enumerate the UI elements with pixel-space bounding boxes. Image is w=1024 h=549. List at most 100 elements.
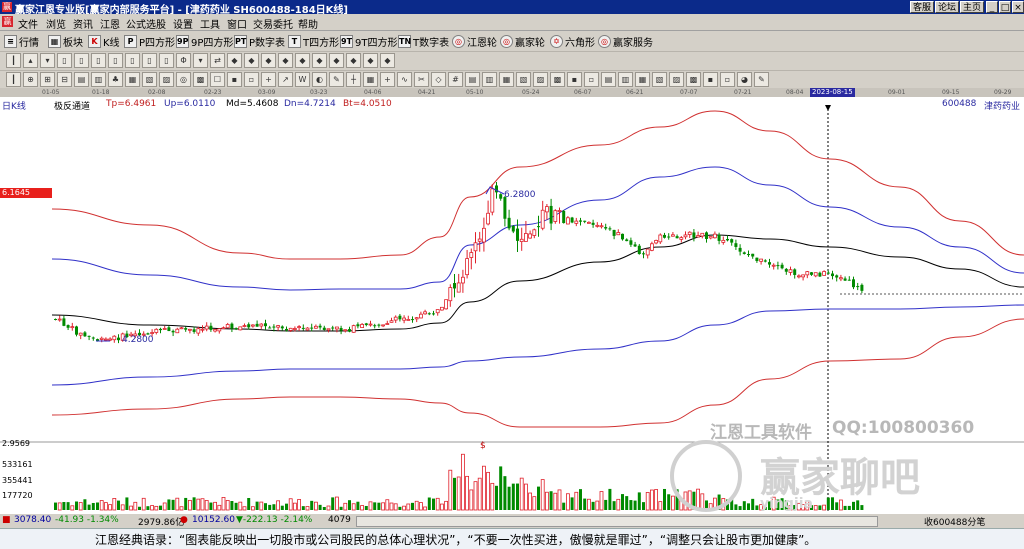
tb3-button-35[interactable]: ▤ <box>601 72 616 87</box>
menu-formula[interactable]: 公式选股 <box>126 16 166 31</box>
tb3-button-34[interactable]: ▫ <box>584 72 599 87</box>
tb2-button-3[interactable]: ▯ <box>57 53 72 68</box>
tool-gann-wheel[interactable]: ◎ 江恩轮 <box>452 34 497 49</box>
tb3-button-9[interactable]: ▨ <box>159 72 174 87</box>
tb3-button-2[interactable]: ⊞ <box>40 72 55 87</box>
menu-settings[interactable]: 设置 <box>173 16 193 31</box>
tool-kline[interactable]: K K线 <box>88 34 120 49</box>
tb2-button-9[interactable]: ▯ <box>159 53 174 68</box>
menu-browse[interactable]: 浏览 <box>46 16 66 31</box>
forum-button[interactable]: 论坛 <box>935 1 959 13</box>
tb3-button-37[interactable]: ▦ <box>635 72 650 87</box>
tool-winner-wheel[interactable]: ◎ 赢家轮 <box>500 34 545 49</box>
tb3-button-21[interactable]: ▦ <box>363 72 378 87</box>
tb2-button-21[interactable]: ◆ <box>363 53 378 68</box>
tool-9p-square[interactable]: 9P 9P四方形 <box>176 34 233 49</box>
tb3-button-1[interactable]: ⊕ <box>23 72 38 87</box>
tb3-button-44[interactable]: ✎ <box>754 72 769 87</box>
date-axis-bar[interactable]: 2023-08-15 01-05 01-18 02-08 02-23 03-09 03-2… <box>0 88 1024 97</box>
tb3-button-19[interactable]: ✎ <box>329 72 344 87</box>
tb3-button-28[interactable]: ▥ <box>482 72 497 87</box>
tb2-button-15[interactable]: ◆ <box>261 53 276 68</box>
tb3-button-16[interactable]: ↗ <box>278 72 293 87</box>
tool-t-table[interactable]: TN T数字表 <box>398 34 449 49</box>
tb3-button-10[interactable]: ◎ <box>176 72 191 87</box>
tb2-button-19[interactable]: ◆ <box>329 53 344 68</box>
tb3-button-33[interactable]: ▪ <box>567 72 582 87</box>
tb3-button-38[interactable]: ▧ <box>652 72 667 87</box>
tool-sector[interactable]: ▦ 板块 <box>48 34 83 49</box>
tb3-button-32[interactable]: ▩ <box>550 72 565 87</box>
tb3-button-25[interactable]: ◇ <box>431 72 446 87</box>
tb2-button-17[interactable]: ◆ <box>295 53 310 68</box>
maximize-button[interactable]: □ <box>999 1 1011 13</box>
tool-hexagon[interactable]: ✡ 六角形 <box>550 34 595 49</box>
tb2-button-22[interactable]: ◆ <box>380 53 395 68</box>
tb2-button-20[interactable]: ◆ <box>346 53 361 68</box>
tb2-button-10[interactable]: Φ <box>176 53 191 68</box>
tb3-button-4[interactable]: ▤ <box>74 72 89 87</box>
customer-service-button[interactable]: 客服 <box>910 1 934 13</box>
menu-tools[interactable]: 工具 <box>200 16 220 31</box>
menu-file[interactable]: 文件 <box>18 16 38 31</box>
tb2-button-6[interactable]: ▯ <box>108 53 123 68</box>
tb3-button-11[interactable]: ▩ <box>193 72 208 87</box>
tb2-button-18[interactable]: ◆ <box>312 53 327 68</box>
tb2-button-16[interactable]: ◆ <box>278 53 293 68</box>
tb3-button-43[interactable]: ◕ <box>737 72 752 87</box>
minimize-button[interactable]: _ <box>986 1 998 13</box>
tool-quote[interactable]: ≡ 行情 <box>4 34 39 49</box>
tb3-button-41[interactable]: ▪ <box>703 72 718 87</box>
tb3-button-24[interactable]: ✂ <box>414 72 429 87</box>
tb2-button-1[interactable]: ▴ <box>23 53 38 68</box>
tb2-button-14[interactable]: ◆ <box>244 53 259 68</box>
tb3-button-20[interactable]: ┼ <box>346 72 361 87</box>
tb3-button-7[interactable]: ▦ <box>125 72 140 87</box>
home-button[interactable]: 主页 <box>960 1 984 13</box>
tool-winner-service[interactable]: ◎ 赢家服务 <box>598 34 653 49</box>
tool-p-table[interactable]: PT P数字表 <box>234 34 285 49</box>
tb3-button-27[interactable]: ▤ <box>465 72 480 87</box>
tb3-button-18[interactable]: ◐ <box>312 72 327 87</box>
status-tick-detail[interactable]: 收600488分笔 <box>924 515 985 528</box>
tb3-button-22[interactable]: + <box>380 72 395 87</box>
tb3-button-0[interactable]: ┃ <box>6 72 21 87</box>
tb3-button-23[interactable]: ∿ <box>397 72 412 87</box>
tb2-button-5[interactable]: ▯ <box>91 53 106 68</box>
tb3-button-8[interactable]: ▧ <box>142 72 157 87</box>
tb3-button-15[interactable]: + <box>261 72 276 87</box>
menu-window[interactable]: 窗口 <box>227 16 247 31</box>
tb3-button-5[interactable]: ▥ <box>91 72 106 87</box>
tb3-button-26[interactable]: # <box>448 72 463 87</box>
close-button[interactable]: × <box>1012 1 1024 13</box>
tb2-button-13[interactable]: ◆ <box>227 53 242 68</box>
tb3-button-14[interactable]: ▫ <box>244 72 259 87</box>
tool-t-square[interactable]: T T四方形 <box>288 34 339 49</box>
tb2-button-2[interactable]: ▾ <box>40 53 55 68</box>
tb2-button-7[interactable]: ▯ <box>125 53 140 68</box>
tb3-button-31[interactable]: ▨ <box>533 72 548 87</box>
tb2-button-8[interactable]: ▯ <box>142 53 157 68</box>
selected-date[interactable]: 2023-08-15 <box>810 88 855 97</box>
menu-trade[interactable]: 交易委托 <box>253 16 293 31</box>
tb2-button-0[interactable]: ┃ <box>6 53 21 68</box>
tb3-button-42[interactable]: ▫ <box>720 72 735 87</box>
menu-help[interactable]: 帮助 <box>298 16 318 31</box>
tb3-button-30[interactable]: ▧ <box>516 72 531 87</box>
tb3-button-39[interactable]: ▨ <box>669 72 684 87</box>
status-index2-value[interactable]: 10152.60 <box>192 515 235 525</box>
menu-news[interactable]: 资讯 <box>73 16 93 31</box>
tool-9t-square[interactable]: 9T 9T四方形 <box>340 34 397 49</box>
tb3-button-40[interactable]: ▩ <box>686 72 701 87</box>
tb3-button-17[interactable]: W <box>295 72 310 87</box>
menu-gann[interactable]: 江恩 <box>100 16 120 31</box>
tb3-button-29[interactable]: ▦ <box>499 72 514 87</box>
tb2-button-12[interactable]: ⇄ <box>210 53 225 68</box>
tb3-button-3[interactable]: ⊟ <box>57 72 72 87</box>
tb3-button-36[interactable]: ▥ <box>618 72 633 87</box>
tb3-button-6[interactable]: ♣ <box>108 72 123 87</box>
status-index1-value[interactable]: 3078.40 <box>14 515 51 525</box>
tool-p-square[interactable]: P P四方形 <box>124 34 175 49</box>
tb2-button-11[interactable]: ▾ <box>193 53 208 68</box>
tb2-button-4[interactable]: ▯ <box>74 53 89 68</box>
